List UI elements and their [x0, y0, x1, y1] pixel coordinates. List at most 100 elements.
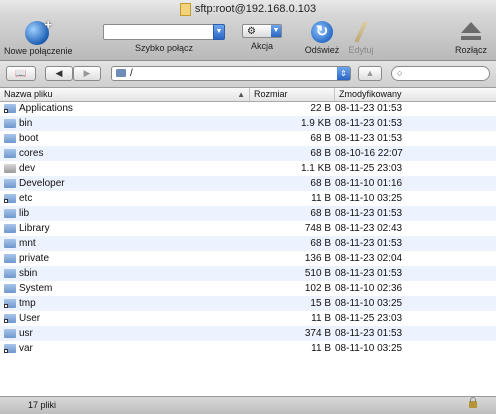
quick-connect-control[interactable]: ▼ Szybko połącz [98, 20, 230, 53]
back-arrow-icon: ◀ [55, 68, 63, 78]
file-size: 1.9 KB [300, 118, 331, 129]
new-connection-label: Nowe połączenie [4, 46, 73, 56]
forward-arrow-icon: ▶ [83, 68, 91, 78]
file-name: System [19, 283, 53, 294]
file-size: 11 B [311, 193, 331, 204]
table-row[interactable]: lib 68 B 08-11-23 01:53 [0, 206, 496, 221]
book-icon: 📖 [15, 68, 27, 78]
table-row[interactable]: Library 748 B 08-11-23 02:43 [0, 221, 496, 236]
file-size: 68 B [310, 208, 331, 219]
file-modified: 08-11-23 01:53 [335, 268, 403, 279]
file-modified: 08-11-23 01:53 [335, 103, 403, 114]
path-select[interactable]: / ⇕ [111, 66, 351, 81]
file-size: 15 B [310, 298, 331, 309]
sort-arrow-icon: ▲ [237, 90, 245, 99]
chevron-down-icon: ▼ [271, 25, 281, 37]
folder-link-icon [4, 194, 16, 203]
file-modified: 08-11-10 03:25 [335, 343, 403, 354]
file-modified: 08-11-10 01:16 [335, 178, 403, 189]
table-row[interactable]: var 11 B 08-11-10 03:25 [0, 341, 496, 356]
file-modified: 08-11-25 23:03 [335, 313, 403, 324]
file-name: usr [19, 328, 33, 339]
column-size[interactable]: Rozmiar [250, 88, 335, 101]
folder-icon [4, 134, 16, 143]
file-modified: 08-11-10 03:25 [335, 298, 403, 309]
folder-link-icon [4, 299, 16, 308]
file-modified: 08-11-23 01:53 [335, 118, 403, 129]
table-row[interactable]: tmp 15 B 08-11-10 03:25 [0, 296, 496, 311]
file-name: tmp [19, 298, 36, 309]
file-modified: 08-11-10 03:25 [335, 193, 403, 204]
file-modified: 08-11-10 02:36 [335, 283, 403, 294]
parent-folder-button[interactable]: ▲ [358, 66, 382, 81]
lock-icon [469, 397, 477, 408]
action-button[interactable]: ⚙ ▼ Akcja [240, 20, 284, 51]
title-bar: sftp:root@192.168.0.103 [0, 0, 496, 18]
folder-icon [4, 209, 16, 218]
forward-button[interactable]: ▶ [73, 66, 101, 81]
quick-connect-input[interactable]: ▼ [103, 24, 225, 40]
file-size: 510 B [304, 268, 331, 279]
globe-icon: + [25, 17, 52, 45]
column-header: Nazwa pliku ▲ Rozmiar Zmodyfikowany [0, 88, 496, 102]
eject-icon [459, 21, 483, 43]
quick-connect-label: Szybko połącz [134, 43, 194, 53]
file-name: User [19, 313, 41, 324]
folder-icon [4, 284, 16, 293]
table-row[interactable]: sbin 510 B 08-11-23 01:53 [0, 266, 496, 281]
file-name: cores [19, 148, 44, 159]
new-connection-button[interactable]: + Nowe połączenie [4, 17, 73, 56]
file-size: 1.1 KB [300, 163, 331, 174]
table-row[interactable]: etc 11 B 08-11-10 03:25 [0, 191, 496, 206]
file-size: 68 B [310, 133, 331, 144]
table-row[interactable]: System 102 B 08-11-10 02:36 [0, 281, 496, 296]
file-modified: 08-11-25 23:03 [335, 163, 403, 174]
file-size: 68 B [310, 148, 331, 159]
file-modified: 08-11-23 01:53 [335, 208, 403, 219]
table-row[interactable]: mnt 68 B 08-11-23 01:53 [0, 236, 496, 251]
path-value: / [130, 68, 133, 79]
back-button[interactable]: ◀ [45, 66, 73, 81]
table-row[interactable]: User 11 B 08-11-25 23:03 [0, 311, 496, 326]
disconnect-button[interactable]: Rozłącz [452, 21, 490, 55]
file-name: private [19, 253, 50, 264]
chevron-down-icon[interactable]: ▼ [213, 24, 225, 40]
table-row[interactable]: Developer 68 B 08-11-10 01:16 [0, 176, 496, 191]
column-modified[interactable]: Zmodyfikowany [335, 88, 496, 101]
table-row[interactable]: usr 374 B 08-11-23 01:53 [0, 326, 496, 341]
folder-link-icon [4, 104, 16, 113]
table-row[interactable]: private 136 B 08-11-23 02:04 [0, 251, 496, 266]
folder-icon [4, 329, 16, 338]
file-size: 68 B [310, 238, 331, 249]
up-arrow-icon: ▲ [365, 68, 375, 78]
table-row[interactable]: bin 1.9 KB 08-11-23 01:53 [0, 116, 496, 131]
column-name[interactable]: Nazwa pliku ▲ [0, 88, 250, 101]
file-icon [179, 2, 191, 16]
table-row[interactable]: cores 68 B 08-10-16 22:07 [0, 146, 496, 161]
search-input[interactable]: ○ [391, 66, 490, 81]
status-bar: 17 pliki [0, 396, 496, 414]
device-folder-icon [4, 164, 16, 173]
edit-button[interactable]: Edytuj [344, 21, 378, 55]
action-label: Akcja [250, 41, 273, 51]
edit-label: Edytuj [348, 45, 374, 55]
refresh-button[interactable]: ↻ Odśwież [302, 21, 342, 55]
pencil-icon [350, 21, 372, 43]
search-icon: ○ [397, 68, 403, 78]
file-size: 102 B [304, 283, 331, 294]
file-modified: 08-11-23 01:53 [335, 328, 403, 339]
table-row[interactable]: dev 1.1 KB 08-11-25 23:03 [0, 161, 496, 176]
action-menu[interactable]: ⚙ ▼ [242, 24, 282, 38]
path-bar: 📖 ◀ ▶ / ⇕ ▲ ○ [0, 61, 496, 88]
file-size: 22 B [310, 103, 331, 114]
chevron-up-down-icon: ⇕ [337, 67, 350, 80]
folder-link-icon [4, 344, 16, 353]
window-title: sftp:root@192.168.0.103 [194, 3, 317, 15]
table-row[interactable]: Applications 22 B 08-11-23 01:53 [0, 101, 496, 116]
refresh-icon: ↻ [311, 21, 333, 43]
bookmarks-button[interactable]: 📖 [6, 66, 36, 81]
folder-icon [4, 149, 16, 158]
table-row[interactable]: boot 68 B 08-11-23 01:53 [0, 131, 496, 146]
folder-icon [4, 239, 16, 248]
file-modified: 08-11-23 01:53 [335, 238, 403, 249]
